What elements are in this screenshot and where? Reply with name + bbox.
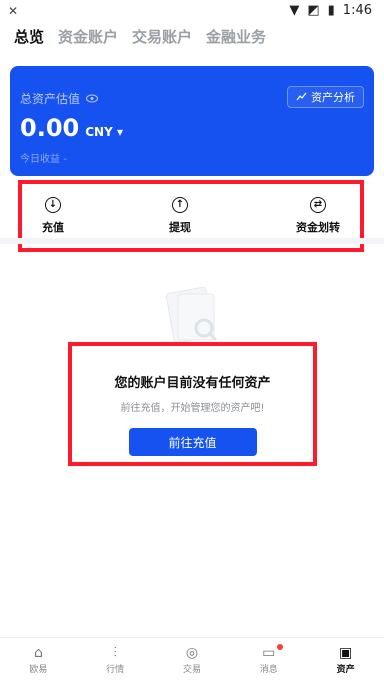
nav-item-assets[interactable]: ▣ 资产: [322, 646, 370, 675]
download-icon: ↓: [45, 197, 61, 213]
battery-icon: ▮: [327, 3, 335, 18]
nav-item-messages[interactable]: ▭ 消息: [245, 644, 293, 675]
wallet-icon: ▣: [338, 645, 353, 661]
tab-funding-account[interactable]: 资金账户: [58, 26, 118, 47]
chart-icon: [296, 91, 307, 104]
tab-finance[interactable]: 金融业务: [206, 26, 266, 47]
nav-item-home[interactable]: ⌂ 欧易: [14, 646, 62, 675]
upload-icon: ↑: [172, 197, 188, 213]
asset-analysis-button[interactable]: 资产分析: [287, 86, 364, 108]
today-earnings-label: 今日收益: [20, 154, 60, 165]
notification-badge: [276, 644, 283, 650]
total-assets-amount: 0.00 CNY ▾: [20, 114, 123, 142]
total-assets-label: 总资产估值: [20, 92, 81, 106]
bottom-nav: ⌂ 欧易 ⫶ 行情 ◎ 交易 ▭ 消息 ▣ 资产: [0, 637, 384, 683]
tab-overview[interactable]: 总览: [14, 26, 44, 47]
transfer-icon: ⇄: [310, 197, 326, 213]
candlestick-icon: ⫶: [113, 645, 117, 661]
message-icon: ▭: [262, 645, 276, 661]
status-bar: ✕ ▼ ◩ ▮ 1:46: [0, 0, 384, 24]
today-earnings-value: -: [63, 154, 67, 165]
transfer-label: 资金划转: [296, 221, 340, 234]
empty-state-subtitle: 前往充值，开始管理您的资产吧!: [120, 403, 265, 414]
asset-analysis-label: 资产分析: [311, 91, 355, 104]
go-deposit-button[interactable]: 前往充值: [128, 428, 257, 456]
trade-icon: ◎: [185, 645, 199, 661]
total-assets-card: 总资产估值 0.00 CNY ▾ 今日收益 - 资产分析: [10, 66, 374, 176]
deposit-label: 充值: [42, 221, 64, 234]
home-icon: ⌂: [33, 645, 43, 661]
today-earnings: 今日收益 -: [20, 150, 67, 165]
eye-icon[interactable]: [86, 92, 99, 106]
caret-down-icon: ▾: [116, 125, 123, 139]
empty-state: 您的账户目前没有任何资产 前往充值，开始管理您的资产吧! 前往充值: [68, 342, 317, 466]
account-tabs: 总览 资金账户 交易账户 金融业务: [14, 26, 266, 47]
empty-state-title: 您的账户目前没有任何资产: [114, 376, 271, 391]
empty-document-illustration: [158, 286, 228, 346]
notification-icon: ✕: [8, 4, 19, 18]
section-divider: [0, 238, 384, 244]
tab-trading-account[interactable]: 交易账户: [132, 26, 192, 47]
wifi-icon: ▼: [289, 3, 300, 18]
nav-item-market[interactable]: ⫶ 行情: [91, 646, 139, 675]
nav-item-trade[interactable]: ◎ 交易: [168, 646, 216, 675]
currency-selector[interactable]: CNY ▾: [85, 125, 123, 139]
status-time: 1:46: [342, 3, 372, 18]
amount-value: 0.00: [20, 114, 80, 142]
no-sim-icon: ◩: [307, 3, 320, 18]
withdraw-label: 提现: [169, 221, 191, 234]
